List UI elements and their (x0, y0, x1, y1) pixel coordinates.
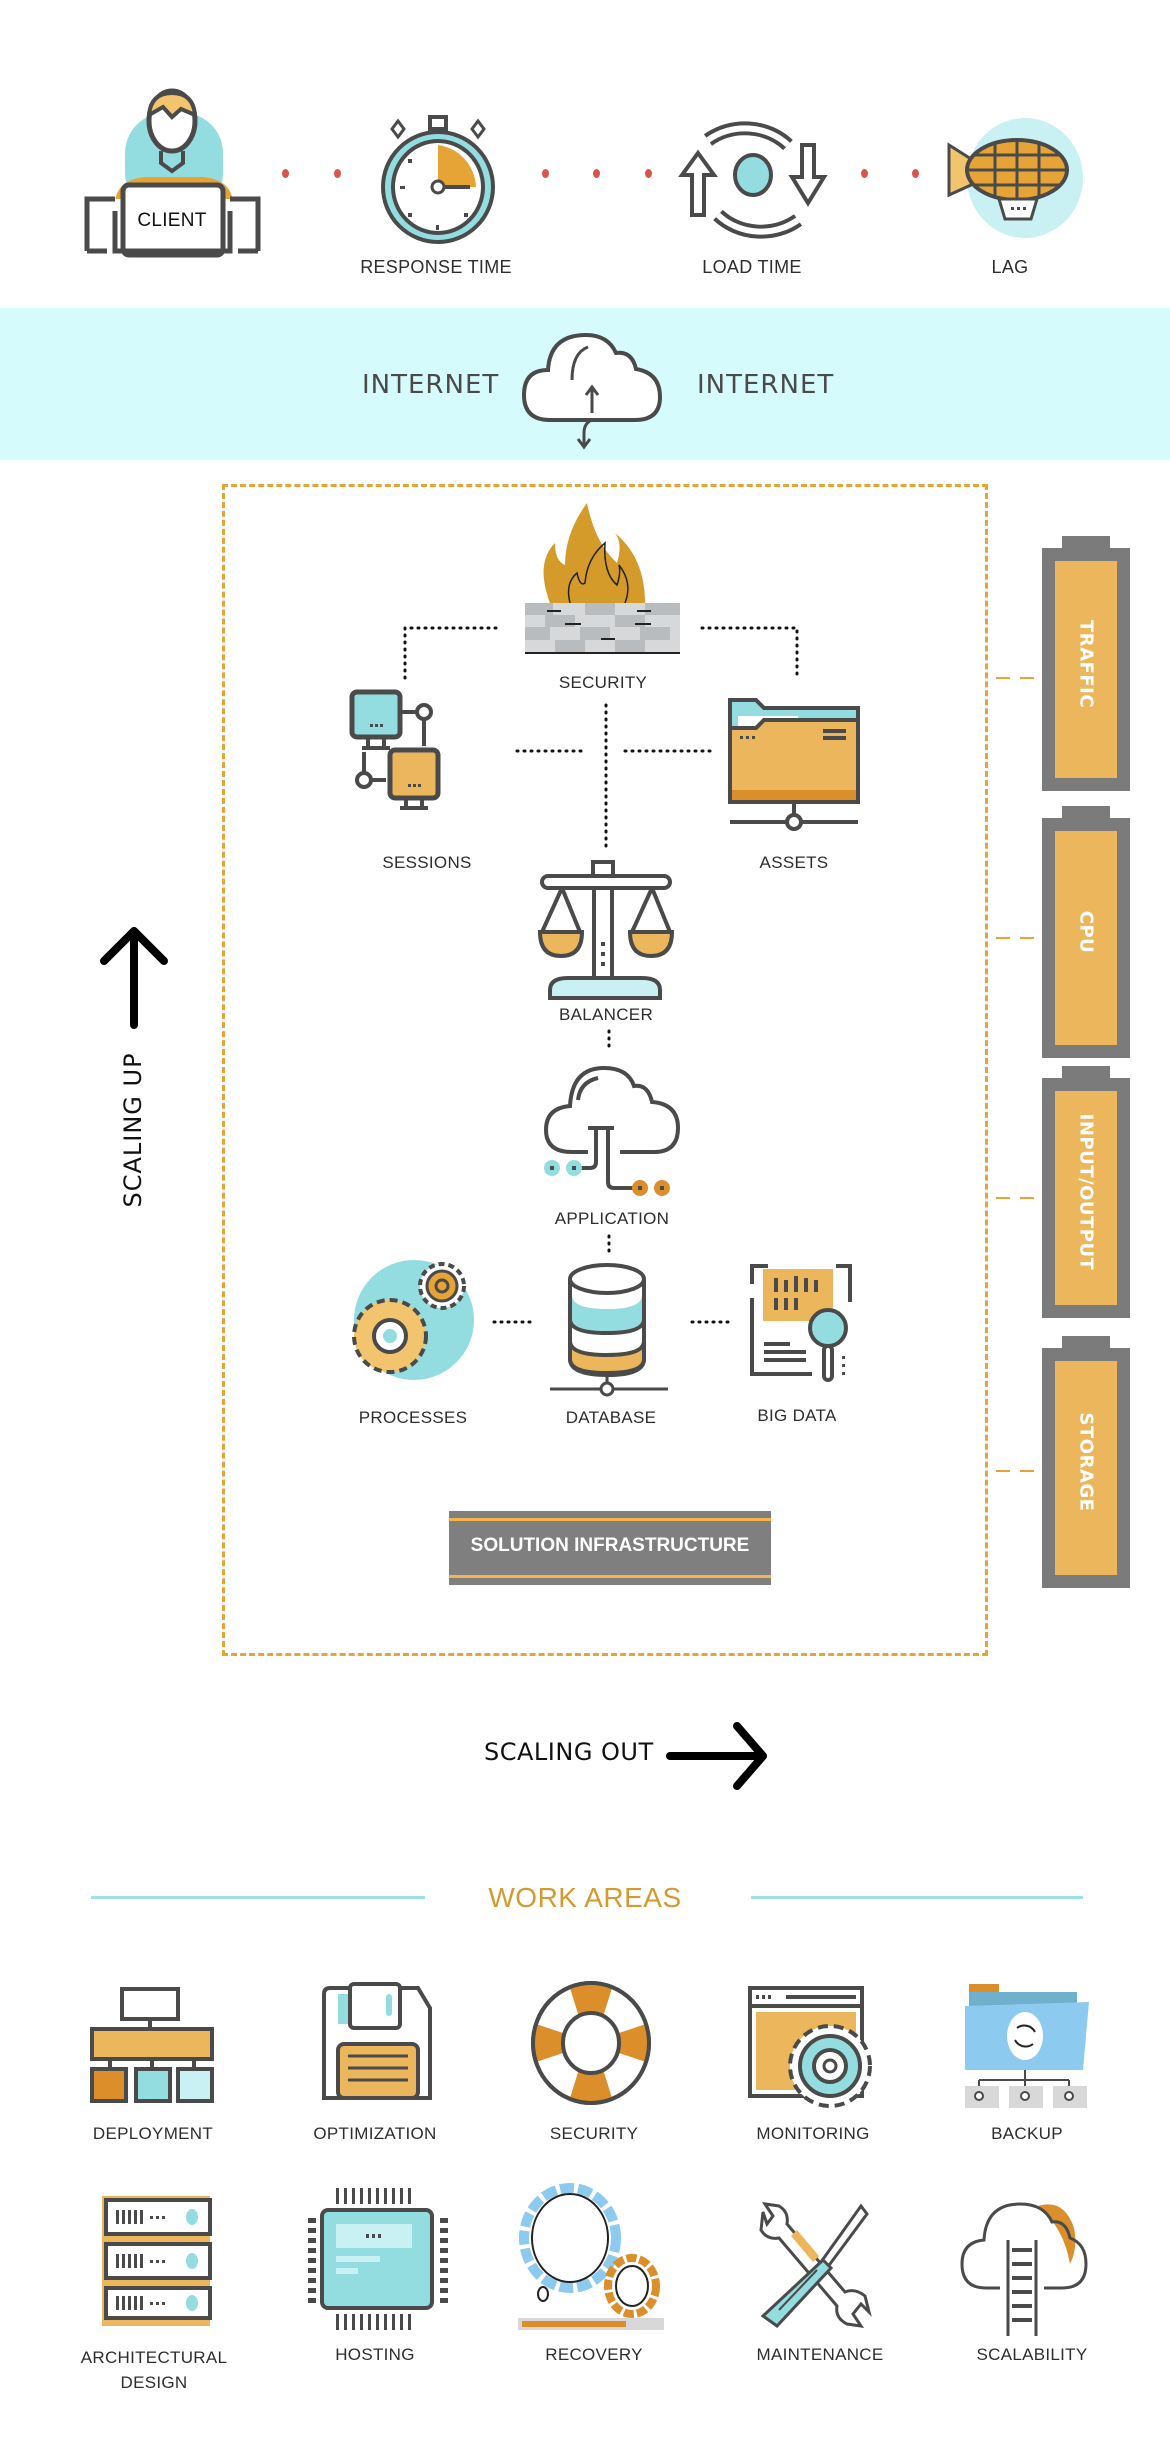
solution-infrastructure-banner: SOLUTION INFRASTRUCTURE (449, 1511, 771, 1585)
application-label: APPLICATION (554, 1209, 670, 1228)
architectural-label-line2: DESIGN (120, 2373, 188, 2392)
scalability-label: SCALABILITY (976, 2345, 1088, 2364)
assets-label: ASSETS (759, 853, 829, 872)
deployment-label: DEPLOYMENT (92, 2124, 214, 2143)
scaling-up-label: SCALING UP (119, 1052, 147, 1208)
hierarchy-icon (90, 1987, 214, 2103)
recovery-label: RECOVERY (545, 2345, 643, 2364)
server-rack-icon (102, 2196, 212, 2326)
input-output-label: INPUT/OUTPUT (1075, 1113, 1097, 1271)
work-areas-divider-left (91, 1896, 425, 1899)
sessions-label: SESSIONS (382, 853, 472, 872)
solution-infrastructure-label: SOLUTION INFRASTRUCTURE (470, 1535, 750, 1556)
resource-input-output: INPUT/OUTPUT (1042, 1066, 1130, 1318)
firewall-icon (525, 503, 680, 654)
database-icon (550, 1263, 668, 1397)
arrow-right-icon (666, 1722, 767, 1790)
floppy-disk-icon (322, 1982, 432, 2100)
hosting-label: HOSTING (335, 2345, 415, 2364)
lifebuoy-icon (531, 1981, 651, 2105)
big-data-label: BIG DATA (757, 1406, 837, 1425)
storage-label: STORAGE (1075, 1412, 1097, 1512)
resource-cpu: CPU (1042, 806, 1130, 1058)
maintenance-label: MAINTENANCE (756, 2345, 884, 2364)
sessions-network-icon (349, 689, 441, 810)
scaling-out-label: SCALING OUT (484, 1738, 654, 1766)
folder-server-icon (728, 698, 860, 831)
resource-traffic: TRAFFIC (1042, 536, 1130, 791)
architectural-label-line1: ARCHITECTURAL (80, 2348, 228, 2367)
work-areas-divider-right (751, 1896, 1083, 1899)
security-label: SECURITY (558, 673, 648, 692)
work-areas-title: WORK AREAS (488, 1882, 682, 1913)
scale-balance-icon (537, 860, 675, 1000)
cloud-ladder-icon (960, 2202, 1088, 2336)
chip-icon (308, 2188, 448, 2330)
big-data-search-icon (750, 1264, 852, 1382)
wrench-screwdriver-icon (759, 2202, 872, 2328)
monitoring-label: MONITORING (756, 2124, 870, 2143)
processes-label: PROCESSES (358, 1408, 468, 1427)
folder-sync-icon (965, 1984, 1089, 2108)
window-gear-icon (748, 1986, 872, 2108)
arrow-up-icon (100, 927, 168, 1029)
optimization-label: OPTIMIZATION (313, 2124, 437, 2143)
gears-icon (352, 1260, 474, 1380)
database-label: DATABASE (565, 1408, 657, 1427)
resource-storage: STORAGE (1042, 1336, 1130, 1588)
backup-label: BACKUP (991, 2124, 1063, 2143)
architectural-design-label: ARCHITECTURAL DESIGN (81, 2345, 228, 2395)
security-work-label: SECURITY (549, 2124, 639, 2143)
traffic-label: TRAFFIC (1075, 619, 1097, 708)
gears-progress-icon (518, 2183, 664, 2330)
cpu-label: CPU (1075, 910, 1097, 954)
balancer-label: BALANCER (558, 1005, 654, 1024)
cloud-application-icon (543, 1065, 681, 1196)
